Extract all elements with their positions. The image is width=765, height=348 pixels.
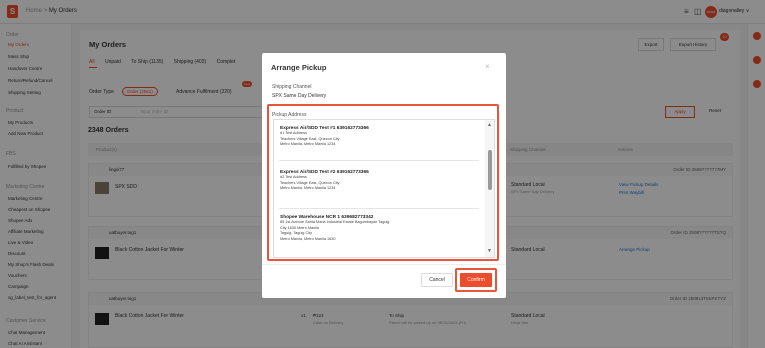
address-option-1[interactable]: Express Air/SDD Test #1 639162773366 #1 … bbox=[280, 126, 480, 148]
address-option-2[interactable]: Express Air/SDD Test #2 639162773366 #2 … bbox=[280, 170, 480, 192]
scrollbar-thumb[interactable] bbox=[488, 150, 492, 190]
address-line: Metro Manila, Metro Manila 1234 bbox=[280, 142, 336, 147]
confirm-button[interactable]: Confirm bbox=[460, 273, 492, 287]
close-icon[interactable]: × bbox=[485, 62, 490, 71]
modal-title: Arrange Pickup bbox=[271, 63, 327, 72]
modal-footer-divider bbox=[262, 264, 506, 265]
shipping-channel-value: SPX Same Day Delivery bbox=[272, 93, 327, 99]
address-line: Metro Manila, Metro Manila 1630 bbox=[280, 236, 336, 241]
scroll-down-icon[interactable]: ▼ bbox=[487, 248, 492, 254]
cancel-button[interactable]: Cancel bbox=[421, 273, 453, 287]
address-option-3[interactable]: Shopee Warehouse NCR 1 639682773342 85 1… bbox=[280, 215, 480, 242]
address-divider bbox=[279, 160, 479, 161]
pickup-address-list[interactable]: Express Air/SDD Test #1 639162773366 #1 … bbox=[273, 119, 495, 258]
shipping-channel-label: Shipping Channel bbox=[272, 84, 312, 90]
address-divider bbox=[279, 208, 479, 209]
address-scrollbar[interactable]: ▲ ▼ bbox=[485, 120, 494, 257]
address-line: Metro Manila, Metro Manila 1234 bbox=[280, 186, 336, 191]
scroll-up-icon[interactable]: ▲ bbox=[487, 122, 492, 128]
